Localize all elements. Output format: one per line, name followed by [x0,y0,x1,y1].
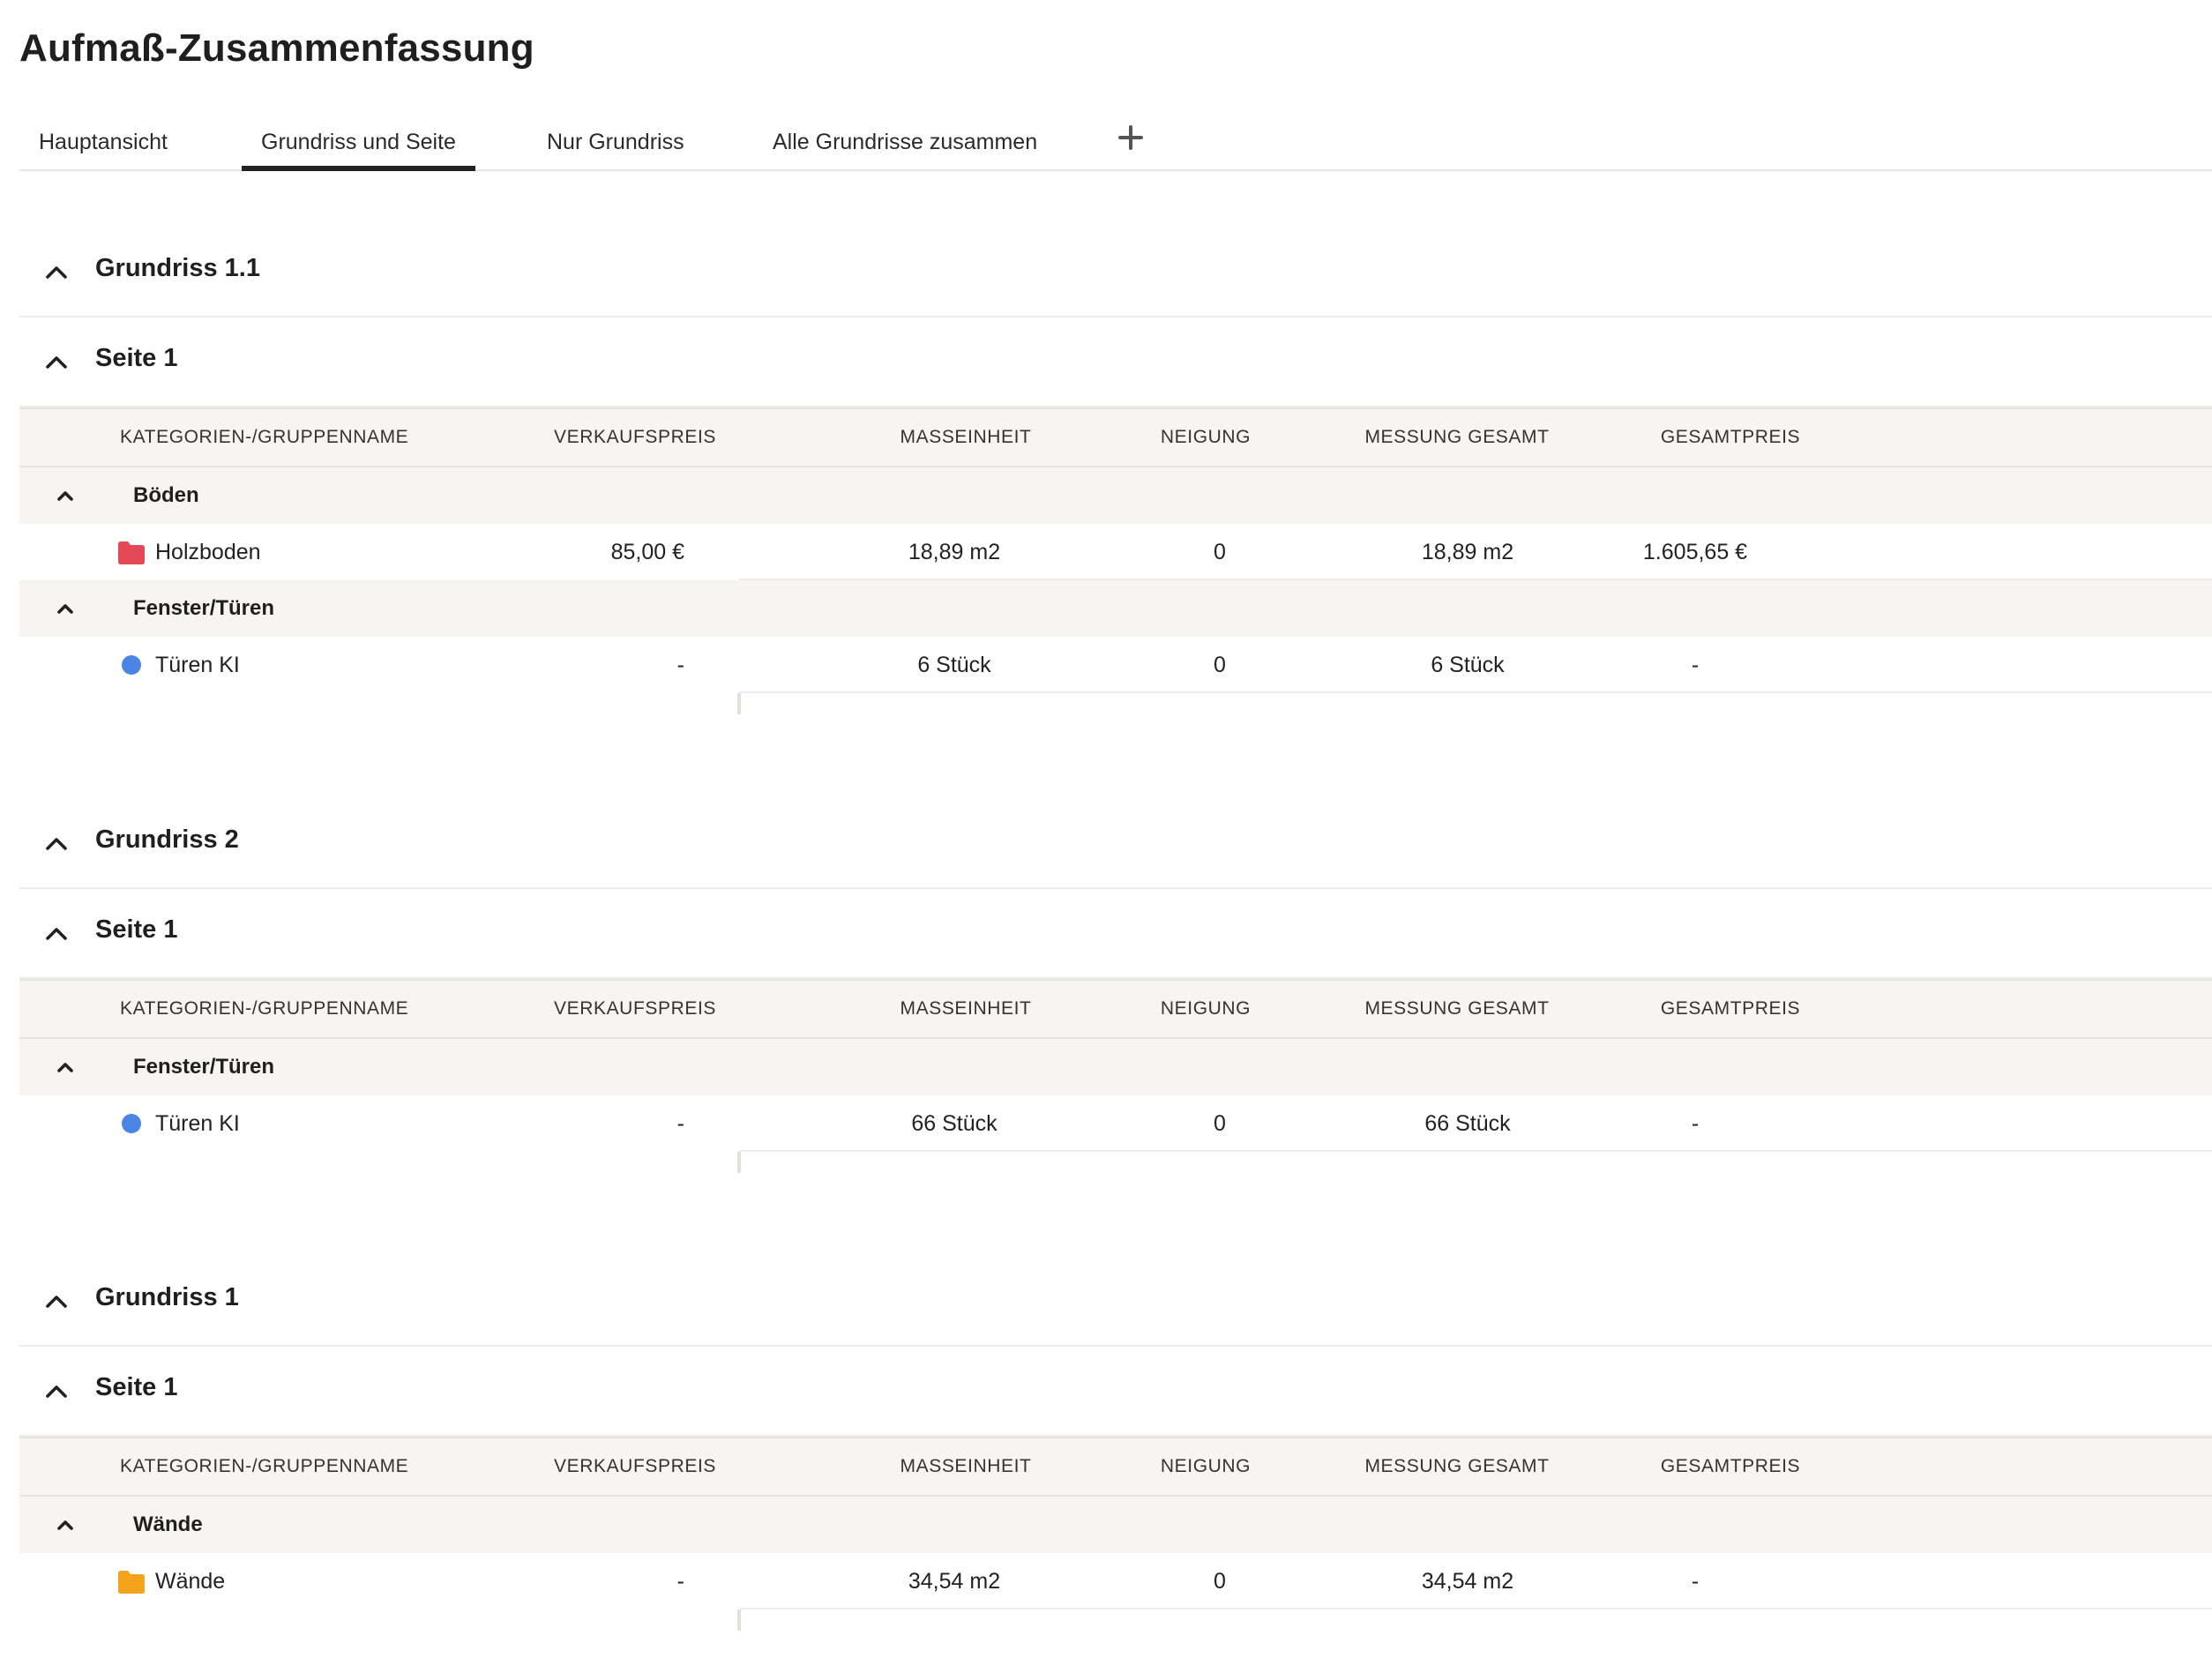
header-verkaufspreis: VERKAUFSPREIS [553,1456,716,1476]
dot-icon [122,655,141,675]
header-masseinheit: MASSEINHEIT [900,427,1032,447]
tab-grundriss-und-seite[interactable]: Grundriss und Seite [242,115,475,171]
seite-title: Seite 1 [95,915,178,944]
section-grundriss-1-1: Grundriss 1.1 Seite 1 KATEGORIEN-/GRUPPE… [19,228,2212,714]
header-gesamtpreis: GESAMTPREIS [1660,1456,1801,1476]
section-grundriss-1: Grundriss 1 Seite 1 KATEGORIEN-/GRUPPENN… [19,1257,2212,1631]
table-row[interactable]: Türen KI - 6 Stück 0 6 Stück - [19,637,2212,693]
table-row[interactable]: Wände - 34,54 m2 0 34,54 m2 - [19,1553,2212,1609]
item-masseinheit: 66 Stück [911,1111,998,1136]
grundriss-title: Grundriss 2 [95,825,239,854]
seite-title: Seite 1 [95,344,178,372]
item-name: Wände [155,1569,226,1594]
item-verkaufspreis: - [676,1569,684,1594]
header-messung-gesamt: MESSUNG GESAMT [1364,1456,1550,1476]
item-neigung: 0 [1214,540,1226,564]
summary-table: KATEGORIEN-/GRUPPENNAME VERKAUFSPREIS MA… [19,1437,2212,1631]
item-masseinheit: 18,89 m2 [908,540,1001,564]
chevron-up-icon[interactable] [53,1055,78,1079]
header-messung-gesamt: MESSUNG GESAMT [1364,998,1550,1019]
table-row[interactable]: Türen KI - 66 Stück 0 66 Stück - [19,1095,2212,1152]
header-neigung: NEIGUNG [1160,427,1252,447]
chevron-up-icon[interactable] [53,1512,78,1537]
group-row[interactable]: Fenster/Türen [19,1039,2212,1095]
grundriss-title: Grundriss 1 [95,1283,239,1311]
header-name: KATEGORIEN-/GRUPPENNAME [120,1456,409,1476]
item-verkaufspreis: 85,00 € [610,540,684,564]
group-name: Wände [133,1512,203,1536]
header-name: KATEGORIEN-/GRUPPENNAME [120,998,409,1019]
chevron-up-icon[interactable] [42,258,71,286]
item-masseinheit: 6 Stück [917,653,991,677]
group-row[interactable]: Wände [19,1497,2212,1553]
item-gesamtpreis: - [1691,653,1700,677]
section-grundriss-2: Grundriss 2 Seite 1 KATEGORIEN-/GRUPPENN… [19,799,2212,1173]
header-neigung: NEIGUNG [1160,998,1252,1019]
page-title: Aufmaß-Zusammenfassung [19,26,534,70]
chevron-up-icon[interactable] [42,1377,71,1405]
header-name: KATEGORIEN-/GRUPPENNAME [120,427,409,447]
page: Aufmaß-Zusammenfassung Hauptansicht Grun… [0,0,2212,1658]
item-neigung: 0 [1214,1111,1226,1136]
header-masseinheit: MASSEINHEIT [900,1456,1032,1476]
seite-header[interactable]: Seite 1 [19,1347,2212,1437]
header-gesamtpreis: GESAMTPREIS [1660,427,1801,447]
item-gesamtpreis: - [1691,1111,1700,1136]
grundriss-header[interactable]: Grundriss 1 [19,1257,2212,1347]
plus-icon[interactable] [1113,120,1148,155]
grundriss-title: Grundriss 1.1 [95,254,260,282]
item-verkaufspreis: - [676,1111,684,1136]
seite-title: Seite 1 [95,1373,178,1401]
item-verkaufspreis: - [676,653,684,677]
tab-nur-grundriss[interactable]: Nur Grundriss [527,115,704,169]
tab-alle-grundrisse-zusammen[interactable]: Alle Grundrisse zusammen [753,115,1057,169]
item-masseinheit: 34,54 m2 [908,1569,1001,1594]
table-header: KATEGORIEN-/GRUPPENNAME VERKAUFSPREIS MA… [19,979,2212,1039]
table-header: KATEGORIEN-/GRUPPENNAME VERKAUFSPREIS MA… [19,1437,2212,1497]
header-verkaufspreis: VERKAUFSPREIS [553,998,716,1019]
header-neigung: NEIGUNG [1160,1456,1252,1476]
chevron-up-icon[interactable] [53,483,78,508]
chevron-up-icon[interactable] [42,919,71,947]
item-gesamtpreis: 1.605,65 € [1642,540,1748,564]
item-name: Türen KI [155,1111,240,1136]
dot-icon [122,1114,141,1133]
grundriss-header[interactable]: Grundriss 2 [19,799,2212,889]
table-header: KATEGORIEN-/GRUPPENNAME VERKAUFSPREIS MA… [19,407,2212,467]
summary-table: KATEGORIEN-/GRUPPENNAME VERKAUFSPREIS MA… [19,407,2212,714]
chevron-up-icon[interactable] [42,347,71,376]
group-name: Böden [133,483,199,507]
chevron-up-icon[interactable] [42,829,71,857]
group-name: Fenster/Türen [133,596,275,620]
item-gesamtpreis: - [1691,1569,1700,1594]
tab-bar: Hauptansicht Grundriss und Seite Nur Gru… [19,115,2212,171]
item-name: Türen KI [155,653,240,677]
header-masseinheit: MASSEINHEIT [900,998,1032,1019]
table-row[interactable]: Holzboden 85,00 € 18,89 m2 0 18,89 m2 1.… [19,524,2212,580]
seite-header[interactable]: Seite 1 [19,889,2212,979]
item-name: Holzboden [155,540,261,564]
tab-hauptansicht[interactable]: Hauptansicht [19,115,187,169]
summary-table: KATEGORIEN-/GRUPPENNAME VERKAUFSPREIS MA… [19,979,2212,1173]
seite-header[interactable]: Seite 1 [19,317,2212,407]
header-gesamtpreis: GESAMTPREIS [1660,998,1801,1019]
folder-icon [118,541,145,564]
chevron-up-icon[interactable] [53,596,78,621]
folder-icon [118,1571,145,1594]
item-neigung: 0 [1214,653,1226,677]
grundriss-header[interactable]: Grundriss 1.1 [19,228,2212,317]
group-row[interactable]: Fenster/Türen [19,580,2212,637]
group-row[interactable]: Böden [19,467,2212,524]
header-messung-gesamt: MESSUNG GESAMT [1364,427,1550,447]
chevron-up-icon[interactable] [42,1287,71,1315]
group-name: Fenster/Türen [133,1055,275,1079]
header-verkaufspreis: VERKAUFSPREIS [553,427,716,447]
item-neigung: 0 [1214,1569,1226,1594]
